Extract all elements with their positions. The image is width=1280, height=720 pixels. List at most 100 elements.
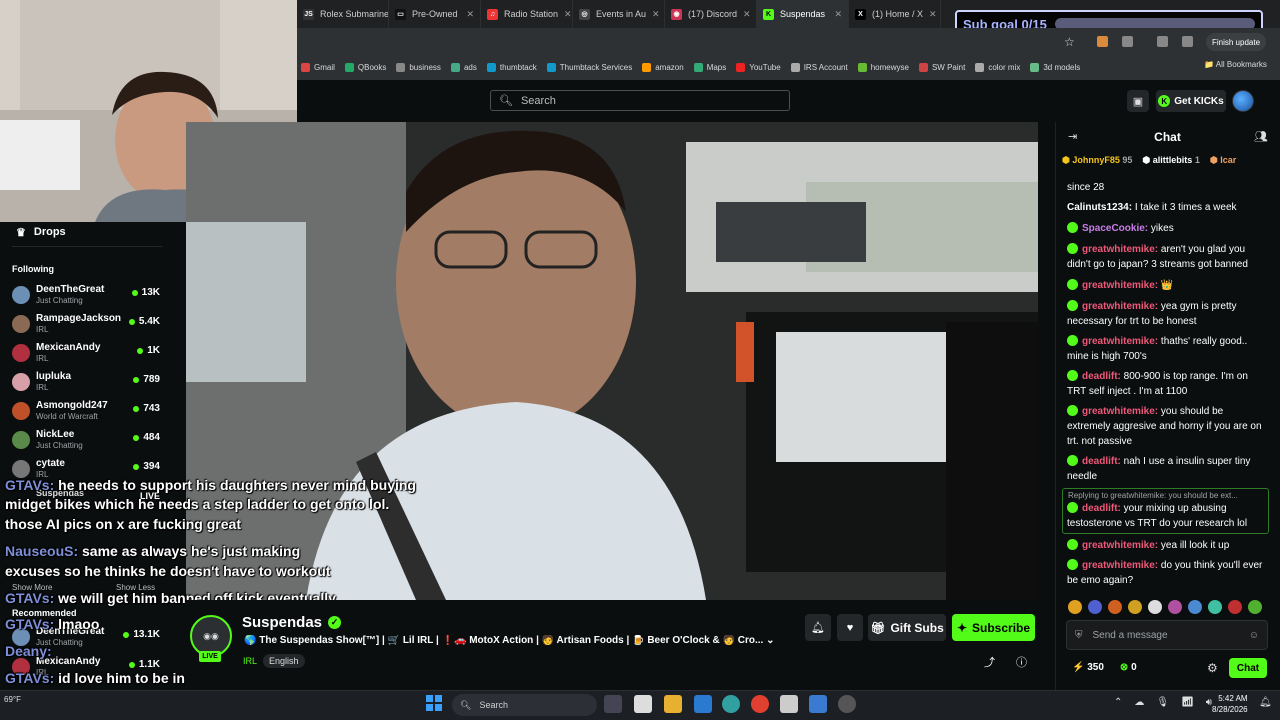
chat-users-icon[interactable]: 👥︎ [1254, 130, 1268, 143]
user-avatar[interactable] [1232, 90, 1254, 112]
finish-update-button[interactable]: Finish update [1206, 33, 1266, 51]
chat-username[interactable]: greatwhitemike: [1082, 406, 1158, 417]
gifter-item[interactable]: ⬢ alittlebits 1 [1142, 155, 1199, 173]
browser-tab[interactable]: ◎ Events in Au ✕ [573, 0, 665, 28]
browser-tab-active[interactable]: K Suspendas ✕ [757, 0, 849, 28]
bookmark-item[interactable]: Thumbtack Services [546, 62, 632, 72]
heart-icon[interactable]: ♥ [837, 614, 863, 641]
calculator-icon[interactable] [780, 695, 798, 713]
emote-icon[interactable] [1148, 600, 1162, 614]
bookmark-item[interactable]: amazon [642, 62, 684, 72]
star-icon[interactable]: ☆ [1064, 35, 1075, 49]
chat-username[interactable]: deadlift: [1082, 456, 1121, 467]
chat-username[interactable]: greatwhitemike: [1082, 244, 1158, 255]
emote-icon[interactable] [1208, 600, 1222, 614]
chat-username[interactable]: deadlift: [1082, 371, 1121, 382]
bookmark-item[interactable]: homewyse [857, 62, 909, 72]
kicks-count[interactable]: ⊗ 0 [1120, 662, 1137, 673]
chat-username[interactable]: greatwhitemike: [1082, 540, 1158, 551]
emote-icon[interactable] [1088, 600, 1102, 614]
bookmark-item[interactable]: thumbtack [486, 62, 537, 72]
chat-username[interactable]: greatwhitemike: [1082, 560, 1158, 571]
emote-icon[interactable] [1108, 600, 1122, 614]
bookmark-item[interactable]: Maps [693, 62, 726, 72]
gifter-item[interactable]: ⬢ Icar [1210, 155, 1236, 173]
cloud-icon[interactable]: ☁ [1134, 697, 1144, 708]
gear-icon[interactable]: ⚙ [1207, 661, 1218, 675]
sidebar-channel[interactable]: Asmongold247 World of Warcraft 743 [12, 400, 160, 426]
emote-icon[interactable] [1248, 600, 1262, 614]
browser-tab[interactable]: ♫ Radio Station ✕ [481, 0, 573, 28]
media-icon[interactable] [1157, 36, 1168, 47]
browser-tab[interactable]: ◉ (17) Discord ✕ [665, 0, 757, 28]
mic-icon[interactable]: 🎙︎ [1156, 697, 1169, 708]
sidebar-channel[interactable]: NickLee Just Chatting 484 [12, 429, 160, 455]
edge-icon[interactable] [722, 695, 740, 713]
chat-username[interactable]: greatwhitemike: [1082, 280, 1158, 291]
extension-icon[interactable] [1097, 36, 1108, 47]
emote-icon[interactable] [1068, 600, 1082, 614]
bookmark-item[interactable]: color mix [975, 62, 1020, 72]
bell-icon[interactable]: 🔔︎ [805, 614, 831, 641]
emote-icon[interactable] [1128, 600, 1142, 614]
sidebar-channel[interactable]: DeenTheGreat Just Chatting 13K [12, 284, 160, 310]
bookmark-item[interactable]: QBooks [344, 62, 386, 72]
category-link[interactable]: IRL [243, 656, 257, 666]
drops-link[interactable]: ♛ Drops [16, 226, 66, 239]
browser-tab[interactable]: JSRolex Submariner✕ [297, 0, 389, 28]
gift-subs-button[interactable]: 🎁︎ Gift Subs [868, 614, 946, 641]
bookmark-item[interactable]: business [396, 62, 441, 72]
task-view-icon[interactable] [604, 695, 622, 713]
sidebar-channel[interactable]: lupluka IRL 789 [12, 371, 160, 397]
chat-username[interactable]: Calinuts1234: [1067, 202, 1132, 213]
sidebar-channel[interactable]: MexicanAndy IRL 1K [12, 342, 160, 368]
close-icon[interactable]: ✕ [834, 9, 842, 20]
taskbar-search[interactable]: 🔍︎ Search [452, 694, 597, 716]
browser-tab[interactable]: X (1) Home / X ✕ [849, 0, 941, 28]
emoji-icon[interactable]: ☺ [1249, 630, 1259, 641]
bookmark-item[interactable]: Gmail [301, 62, 335, 72]
close-icon[interactable]: ✕ [929, 9, 937, 20]
chat-username[interactable]: greatwhitemike: [1082, 301, 1158, 312]
bookmark-item[interactable]: IRS Account [790, 62, 848, 72]
emote-icon[interactable] [1168, 600, 1182, 614]
extension-icon[interactable] [1122, 36, 1133, 47]
system-tray[interactable]: ⌃ ☁ 🎙︎ 📶︎ 🔊︎ [1114, 697, 1212, 708]
app-icon[interactable] [809, 695, 827, 713]
app-icon[interactable] [694, 695, 712, 713]
bookmark-item[interactable]: 3d models [1030, 62, 1080, 72]
profile-icon[interactable] [1182, 36, 1193, 47]
video-player[interactable] [186, 122, 1038, 600]
share-icon[interactable]: ⤴ [984, 654, 995, 670]
close-icon[interactable]: ✕ [743, 9, 751, 20]
get-kicks-button[interactable]: K Get KICKs [1156, 90, 1226, 112]
chevron-down-icon[interactable]: ⌄ [766, 635, 774, 646]
obs-icon[interactable] [838, 695, 856, 713]
sidebar-channel[interactable]: RampageJackson IRL 5.4K [12, 313, 160, 339]
close-icon[interactable]: ✕ [564, 9, 572, 20]
chat-username[interactable]: greatwhitemike: [1082, 336, 1158, 347]
chevron-up-icon[interactable]: ⌃ [1114, 697, 1122, 708]
file-explorer-icon[interactable] [664, 695, 682, 713]
bookmark-item[interactable]: SW Paint [918, 62, 965, 72]
send-message-input[interactable]: ⛨ Send a message ☺ [1066, 620, 1268, 650]
info-icon[interactable]: ⓘ [1016, 654, 1027, 670]
chat-username[interactable]: SpaceCookie: [1082, 223, 1148, 234]
weather-widget[interactable]: 69°F [4, 695, 21, 704]
emote-icon[interactable] [1188, 600, 1202, 614]
search-input[interactable]: 🔍︎ Search [490, 90, 790, 111]
bookmark-item[interactable]: ads [450, 62, 477, 72]
notepad-icon[interactable] [634, 695, 652, 713]
close-icon[interactable]: ✕ [466, 9, 474, 20]
points-count[interactable]: ⚡ 350 [1072, 662, 1104, 673]
layout-icon[interactable]: ▣ [1127, 90, 1149, 112]
emote-icon[interactable] [1228, 600, 1242, 614]
subscribe-button[interactable]: ✦ Subscribe [952, 614, 1035, 641]
streamer-name[interactable]: Suspendas ✓ [242, 614, 342, 631]
chat-send-button[interactable]: Chat [1229, 658, 1267, 678]
windows-start-icon[interactable] [426, 695, 442, 711]
clock[interactable]: 5:42 AM 8/28/2026 [1212, 693, 1248, 715]
bookmark-item[interactable]: YouTube [736, 62, 781, 72]
notification-icon[interactable]: 🔔︎ [1259, 697, 1272, 708]
wifi-icon[interactable]: 📶︎ [1181, 697, 1194, 708]
